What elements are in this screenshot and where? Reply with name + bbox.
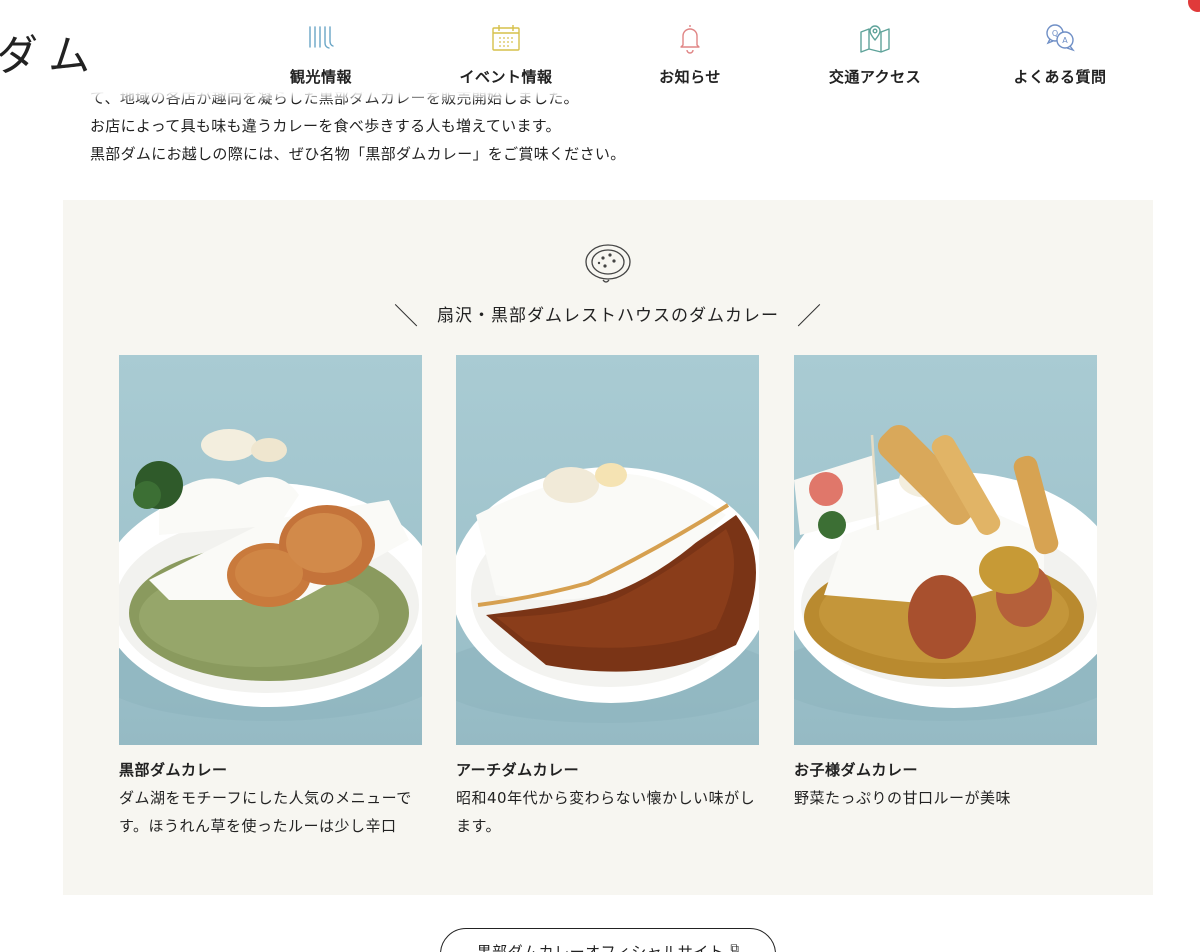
nav-label: イベント情報: [459, 68, 553, 86]
curry-plate-icon: [585, 244, 631, 283]
bell-icon: [680, 25, 700, 54]
page: て、地域の各店が趣向を凝らした黒部ダムカレーを販売開始しました。 お店によって具…: [0, 0, 1200, 952]
section-title: ＼ 扇沢・黒部ダムレストハウスのダムカレー ／: [63, 296, 1153, 331]
nav-item-access[interactable]: 交通アクセス: [790, 20, 960, 87]
curry-section: ＼ 扇沢・黒部ダムレストハウスのダムカレー ／ 黒部ダムカレー ダム湖をモチーフに…: [63, 200, 1153, 895]
intro-line: 黒部ダムにお越しの際には、ぜひ名物「黒部ダムカレー」をご賞味ください。: [90, 145, 626, 163]
map-pin-icon: [860, 25, 890, 53]
nav-label: よくある質問: [1013, 68, 1107, 86]
section-title-text: 扇沢・黒部ダムレストハウスのダムカレー: [437, 306, 779, 326]
curry-card[interactable]: お子様ダムカレー 野菜たっぷりの甘口ルーが美味: [794, 355, 1097, 812]
calendar-icon: [492, 25, 520, 51]
slash-left: ＼: [394, 302, 419, 330]
nav-label: 観光情報: [289, 68, 352, 86]
curry-name: お子様ダムカレー: [794, 761, 919, 779]
intro-line: お店によって具も味も違うカレーを食べ歩きする人も増えています。: [90, 117, 561, 135]
nav-item-events[interactable]: イベント情報: [421, 20, 591, 87]
nav-item-news[interactable]: お知らせ: [605, 20, 775, 87]
official-site-button[interactable]: 黒部ダムカレーオフィシャルサイト ⧉: [440, 928, 776, 952]
curry-desc: ダム湖をモチーフにした人気のメニューです。ほうれん草を使ったルーは少し辛口: [119, 789, 412, 835]
site-header: ダム 観光情報 イベント情報 お知らせ 交通アクセス Q A よくある質問: [0, 0, 1200, 104]
curry-desc: 昭和40年代から変わらない懐かしい味がします。: [456, 789, 756, 835]
official-site-label: 黒部ダムカレーオフィシャルサイト: [476, 943, 725, 952]
curry-photo: [119, 355, 422, 745]
curry-card[interactable]: アーチダムカレー 昭和40年代から変わらない懐かしい味がします。: [456, 355, 759, 840]
curry-photo: [794, 355, 1097, 745]
curry-photo: [456, 355, 759, 745]
slash-right: ／: [797, 302, 822, 330]
nav-item-sightseeing[interactable]: 観光情報: [236, 20, 406, 87]
qa-bubble-icon: Q A: [1046, 24, 1075, 52]
external-link-icon: ⧉: [730, 941, 740, 952]
global-nav: 観光情報 イベント情報 お知らせ 交通アクセス Q A よくある質問: [0, 0, 1200, 92]
curry-name: アーチダムカレー: [456, 761, 580, 779]
waterfall-icon: [309, 26, 334, 49]
curry-name: 黒部ダムカレー: [119, 761, 228, 779]
curry-desc: 野菜たっぷりの甘口ルーが美味: [794, 789, 1012, 807]
nav-label: 交通アクセス: [828, 68, 922, 86]
nav-item-faq[interactable]: Q A よくある質問: [975, 20, 1145, 87]
nav-label: お知らせ: [659, 68, 721, 86]
curry-card[interactable]: 黒部ダムカレー ダム湖をモチーフにした人気のメニューです。ほうれん草を使ったルー…: [119, 355, 422, 840]
svg-text:Q: Q: [1052, 29, 1058, 38]
svg-text:A: A: [1062, 36, 1068, 45]
